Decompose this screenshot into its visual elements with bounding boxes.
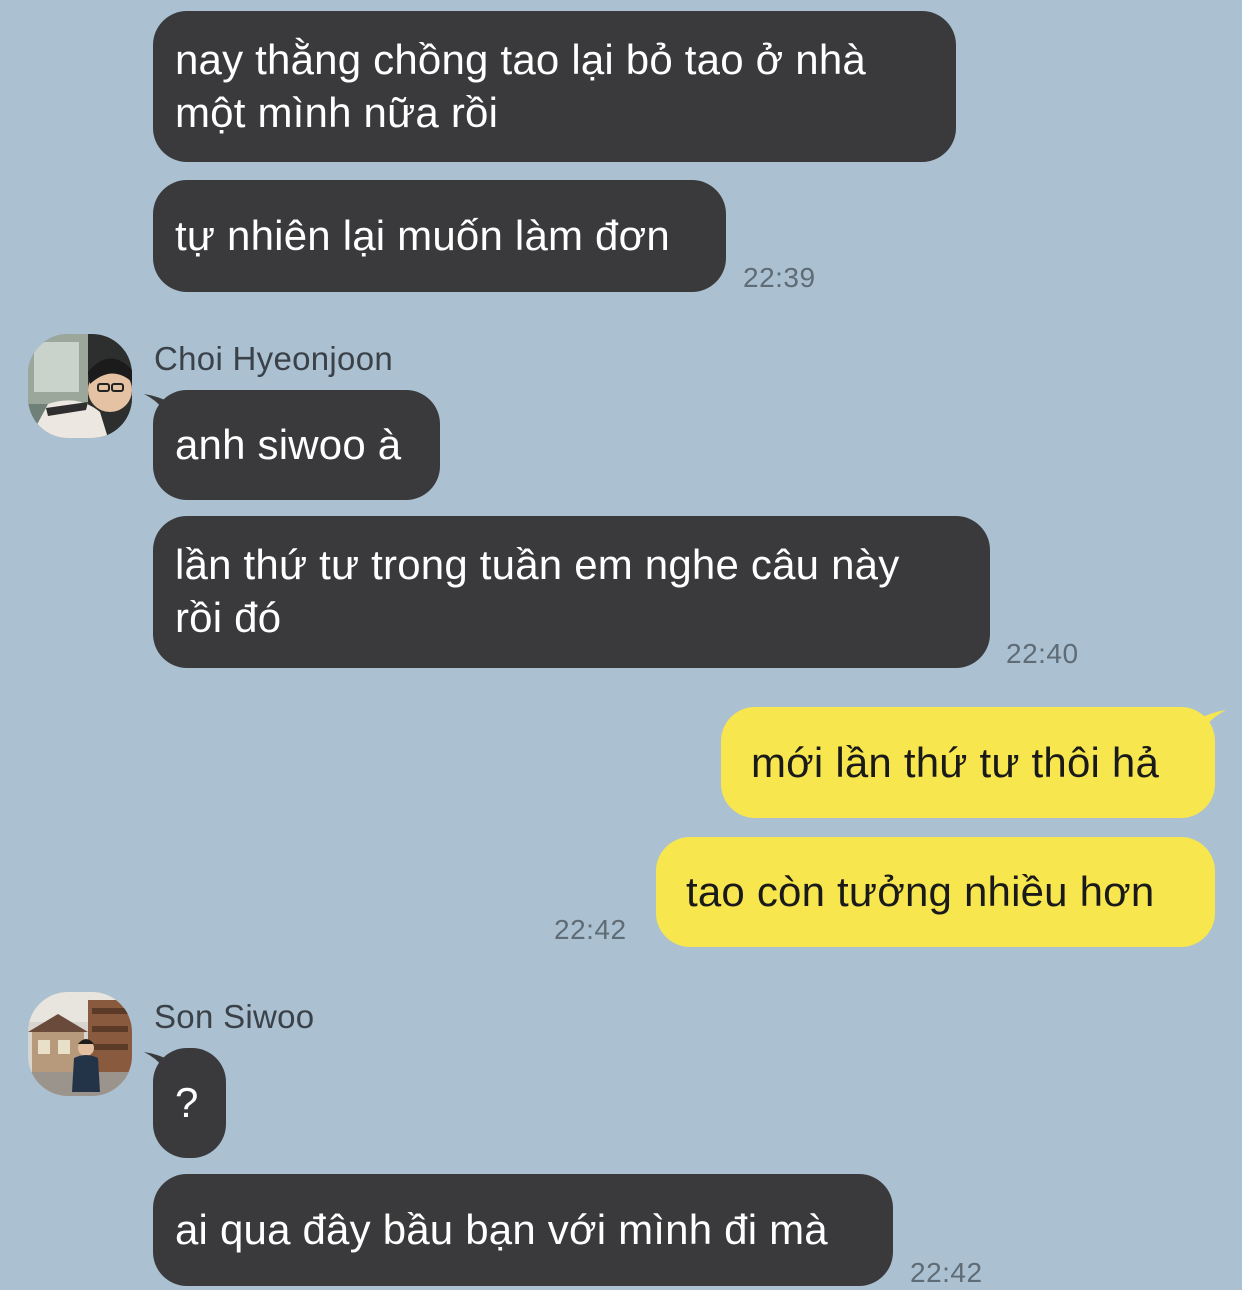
outgoing-message-bubble[interactable]: tao còn tưởng nhiều hơn xyxy=(656,837,1215,947)
message-timestamp: 22:40 xyxy=(1006,638,1079,669)
chat-window[interactable]: nay thằng chồng tao lại bỏ tao ở nhà một… xyxy=(0,0,1242,1290)
message-text: ai qua đây bầu bạn với mình đi mà xyxy=(175,1206,828,1253)
incoming-message-bubble[interactable]: ai qua đây bầu bạn với mình đi mà xyxy=(153,1174,893,1286)
outgoing-message-bubble[interactable]: mới lần thứ tư thôi hả xyxy=(721,707,1215,818)
sender-name: Son Siwoo xyxy=(154,998,315,1035)
incoming-message-bubble[interactable]: tự nhiên lại muốn làm đơn xyxy=(153,180,726,292)
incoming-message-bubble[interactable]: lần thứ tư trong tuần em nghe câu này rồ… xyxy=(153,516,990,668)
sender-name: Choi Hyeonjoon xyxy=(154,340,394,377)
message-text: anh siwoo à xyxy=(175,421,402,468)
profile-photo-icon xyxy=(28,992,132,1096)
message-text: lần thứ tư trong tuần em nghe câu này rồ… xyxy=(175,541,900,641)
incoming-message-bubble[interactable]: ? xyxy=(153,1048,226,1158)
avatar-choi-hyeonjoon[interactable] xyxy=(28,334,132,438)
message-text: tao còn tưởng nhiều hơn xyxy=(686,868,1155,915)
profile-photo-icon xyxy=(28,334,132,438)
incoming-message-bubble[interactable]: nay thằng chồng tao lại bỏ tao ở nhà một… xyxy=(153,11,956,162)
message-text: ? xyxy=(175,1079,199,1126)
avatar-son-siwoo[interactable] xyxy=(28,992,132,1096)
message-timestamp: 22:39 xyxy=(743,262,816,293)
incoming-message-bubble[interactable]: anh siwoo à xyxy=(153,390,440,500)
message-text: mới lần thứ tư thôi hả xyxy=(751,739,1160,786)
message-text: nay thằng chồng tao lại bỏ tao ở nhà một… xyxy=(175,36,866,136)
message-text: tự nhiên lại muốn làm đơn xyxy=(175,212,670,259)
message-timestamp: 22:42 xyxy=(554,914,627,945)
message-timestamp: 22:42 xyxy=(910,1257,983,1288)
